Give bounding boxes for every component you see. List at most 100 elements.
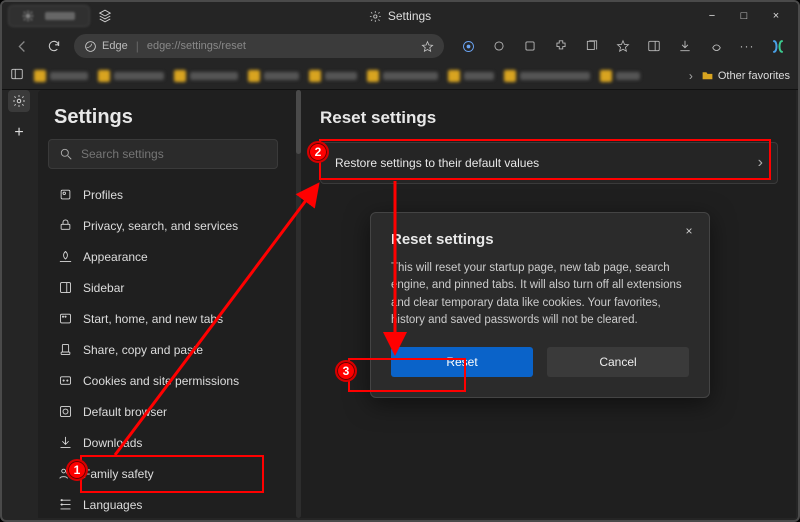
sidebar-item-default-browser[interactable]: Default browser (48, 396, 278, 427)
browser-window: Settings − □ × Edge | edge://settings/re… (0, 0, 800, 522)
ext-icon-2[interactable] (491, 38, 507, 54)
reset-button[interactable]: Reset (391, 347, 533, 377)
sidebar-item-appearance[interactable]: Appearance (48, 241, 278, 272)
sidebar-item-label: Sidebar (83, 281, 124, 295)
sidebar-item-label: Downloads (83, 436, 142, 450)
cookie-icon (58, 373, 73, 388)
page-title: Reset settings (320, 108, 796, 128)
sidebar-item-label: Cookies and site permissions (83, 374, 239, 388)
toolbar-icons: ··· (460, 38, 790, 54)
sidebar-item-label: Profiles (83, 188, 123, 202)
settings-tab-icon (21, 9, 35, 23)
sidebar-item-profiles[interactable]: Profiles (48, 179, 278, 210)
address-field[interactable]: Edge | edge://settings/reset (74, 34, 444, 58)
bookmark-item[interactable] (248, 70, 299, 82)
bookmark-item[interactable] (174, 70, 238, 82)
copilot-icon[interactable] (770, 38, 786, 54)
chevron-right-icon: › (758, 154, 763, 172)
close-window-button[interactable]: × (760, 3, 792, 29)
sidebar-icon (58, 280, 73, 295)
browser-icon (58, 404, 73, 419)
maximize-button[interactable]: □ (728, 3, 760, 29)
home-tabs-icon (58, 311, 73, 326)
sidebar-item-label: Languages (83, 498, 142, 512)
url-scheme: Edge (84, 40, 128, 53)
dialog-title: Reset settings (391, 231, 689, 248)
window-title: Settings (369, 9, 431, 23)
profile-icon (58, 187, 73, 202)
other-favorites[interactable]: Other favorites (701, 69, 790, 82)
lock-icon (58, 218, 73, 233)
ext-icon-1[interactable] (460, 38, 476, 54)
sidebar-item-label: Default browser (83, 405, 167, 419)
search-input[interactable] (81, 147, 267, 161)
bookmarks-bar: › Other favorites (2, 62, 798, 90)
dialog-body: This will reset your startup page, new t… (391, 260, 689, 329)
settings-heading: Settings (54, 106, 272, 129)
search-settings[interactable] (48, 139, 278, 169)
sidebar-item-share-copy-and-paste[interactable]: Share, copy and paste (48, 334, 278, 365)
sidebar-item-start-home-and-new-tabs[interactable]: Start, home, and new tabs (48, 303, 278, 334)
ext-icon-3[interactable] (522, 38, 538, 54)
settings-main: Reset settings Restore settings to their… (302, 90, 796, 518)
sidebar-item-sidebar[interactable]: Sidebar (48, 272, 278, 303)
bookmark-item[interactable] (448, 70, 494, 82)
clipboard-icon (58, 342, 73, 357)
download-icon (58, 435, 73, 450)
sidepanel-icon[interactable] (646, 38, 662, 54)
dialog-close-button[interactable]: × (679, 221, 699, 241)
cancel-button[interactable]: Cancel (547, 347, 689, 377)
bookmark-item[interactable] (309, 70, 357, 82)
address-bar: Edge | edge://settings/reset ··· (2, 30, 798, 62)
gear-icon (369, 10, 382, 23)
bookmark-vertical-tabs-icon[interactable] (10, 67, 24, 84)
minimize-button[interactable]: − (696, 3, 728, 29)
ext-icon-4[interactable] (708, 38, 724, 54)
sidebar-item-cookies-and-site-permissions[interactable]: Cookies and site permissions (48, 365, 278, 396)
annotation-badge-1: 1 (66, 459, 88, 481)
window-title-text: Settings (388, 9, 431, 23)
edge-icon (84, 40, 97, 53)
bookmark-item[interactable] (98, 70, 164, 82)
titlebar: Settings − □ × (2, 2, 798, 30)
bookmark-item[interactable] (504, 70, 590, 82)
new-tab-button[interactable]: + (8, 122, 30, 144)
sidebar-item-label: Family safety (83, 467, 154, 481)
url-text: edge://settings/reset (147, 40, 246, 52)
page-content: Settings Profiles Privacy, search, and se… (38, 90, 796, 518)
back-button[interactable] (10, 34, 34, 58)
sidebar-item-label: Share, copy and paste (83, 343, 203, 357)
bookmark-item[interactable] (34, 70, 88, 82)
favorites-icon[interactable] (615, 38, 631, 54)
restore-defaults-row[interactable]: Restore settings to their default values… (320, 142, 778, 184)
bookmark-item[interactable] (600, 70, 640, 82)
collections-icon[interactable] (584, 38, 600, 54)
vtab-settings[interactable] (8, 90, 30, 112)
sidebar-item-label: Appearance (83, 250, 148, 264)
downloads-icon[interactable] (677, 38, 693, 54)
scrollbar-thumb[interactable] (296, 90, 301, 154)
restore-label: Restore settings to their default values (335, 156, 539, 170)
refresh-button[interactable] (42, 34, 66, 58)
search-icon (59, 147, 73, 161)
sidebar-item-privacy-search-and-services[interactable]: Privacy, search, and services (48, 210, 278, 241)
bookmarks-overflow[interactable]: › (689, 69, 693, 83)
language-icon (58, 497, 73, 512)
folder-icon (701, 69, 714, 82)
sidebar-item-label: Privacy, search, and services (83, 219, 238, 233)
bookmark-item[interactable] (367, 70, 438, 82)
favorite-icon[interactable] (421, 40, 434, 53)
annotation-badge-2: 2 (307, 141, 329, 163)
extensions-icon[interactable] (553, 38, 569, 54)
reset-dialog: × Reset settings This will reset your st… (370, 212, 710, 398)
settings-sidebar: Settings Profiles Privacy, search, and se… (48, 100, 278, 518)
vertical-tabs: + (4, 90, 34, 144)
sidebar-item-languages[interactable]: Languages (48, 489, 278, 518)
sidebar-item-label: Start, home, and new tabs (83, 312, 223, 326)
browser-tab[interactable] (8, 5, 90, 27)
sidebar-item-downloads[interactable]: Downloads (48, 427, 278, 458)
appearance-icon (58, 249, 73, 264)
workspace-icon[interactable] (98, 9, 112, 23)
menu-more-icon[interactable]: ··· (739, 38, 755, 54)
annotation-badge-3: 3 (335, 360, 357, 382)
